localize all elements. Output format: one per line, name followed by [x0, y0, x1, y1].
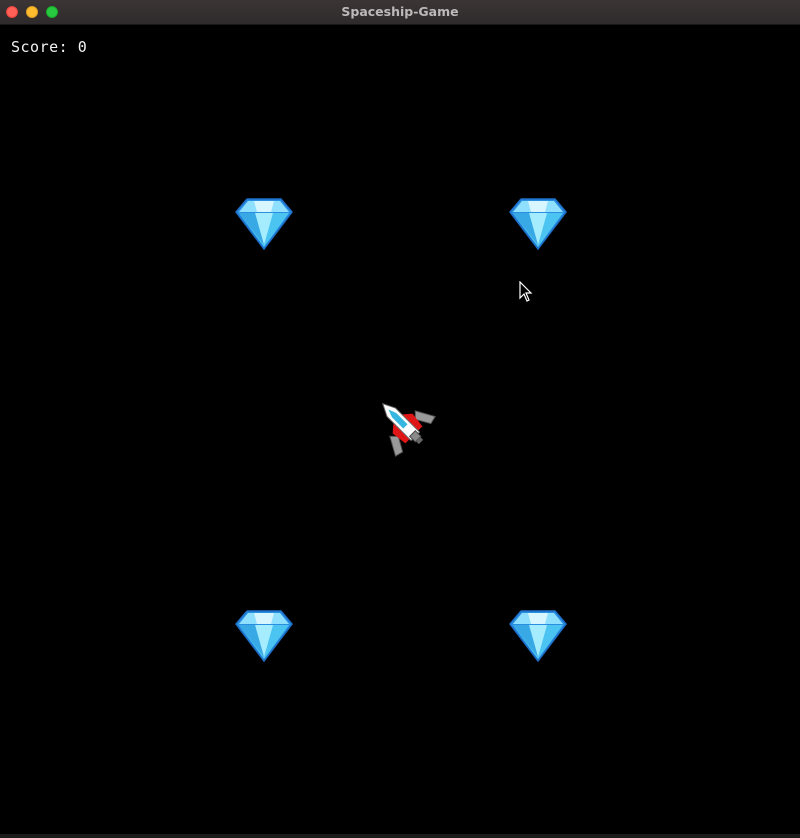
window-title: Spaceship-Game [341, 4, 459, 19]
diamond-gem-icon [235, 610, 293, 662]
title-bar: Spaceship-Game [0, 0, 800, 25]
mouse-cursor-icon [519, 281, 533, 302]
diamond-gem-icon [509, 198, 567, 250]
spaceship-icon [381, 402, 436, 457]
game-canvas[interactable]: Score: 0 [0, 25, 800, 838]
game-window: Spaceship-Game Score: 0 [0, 0, 800, 838]
window-bottom-edge [0, 834, 800, 838]
diamond-gem-icon [235, 198, 293, 250]
score-label: Score: 0 [11, 38, 88, 56]
diamond-gem-icon [509, 610, 567, 662]
